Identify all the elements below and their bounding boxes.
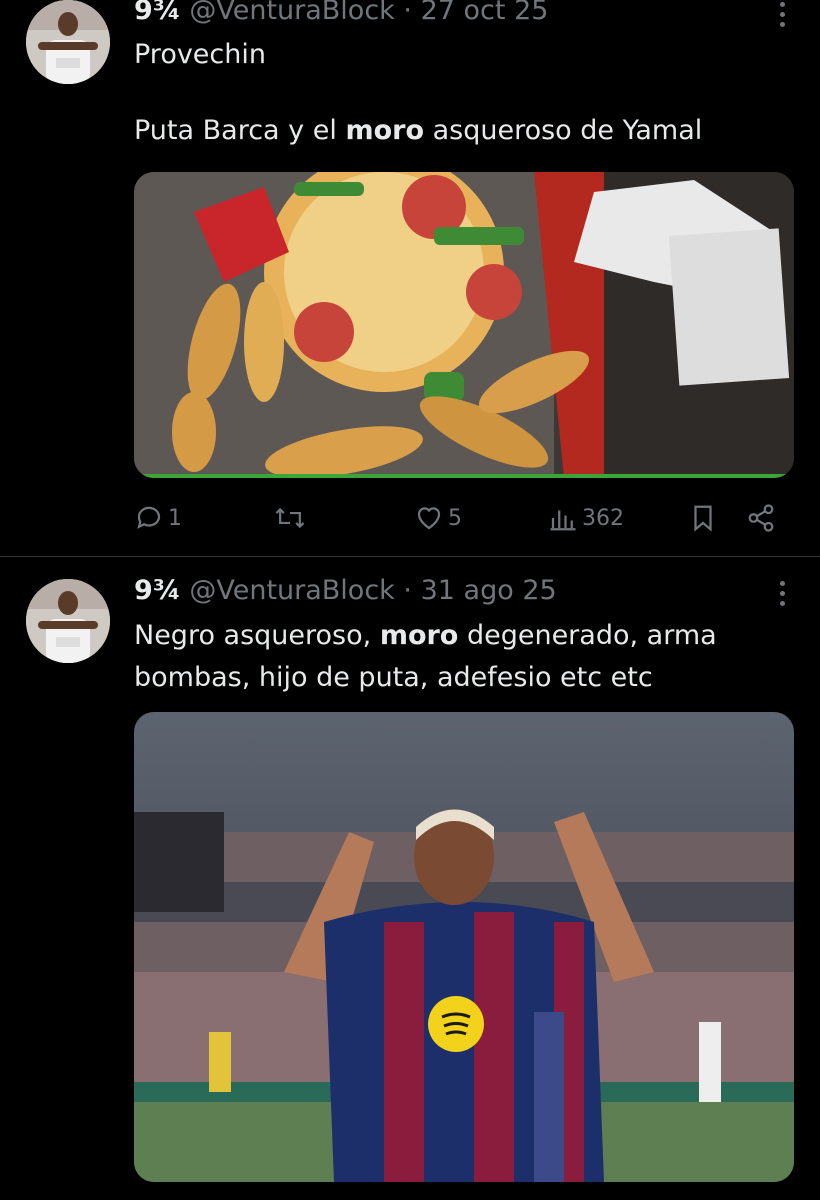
tweet-media-photo[interactable] [134, 712, 794, 1182]
bookmark-button[interactable] [688, 498, 718, 538]
tweet-header: 9¾ @VenturaBlock · 27 oct 25 [134, 0, 760, 28]
handle[interactable]: @VenturaBlock [189, 575, 394, 606]
timestamp[interactable]: 31 ago 25 [421, 575, 557, 606]
avatar[interactable] [26, 0, 110, 84]
like-count: 5 [448, 505, 462, 531]
handle[interactable]: @VenturaBlock [189, 0, 394, 26]
bar-chart-icon [550, 510, 576, 531]
tweet-header: 9¾ @VenturaBlock · 31 ago 25 [134, 574, 760, 608]
views-button[interactable]: 362 [548, 498, 624, 538]
display-name[interactable]: 9¾ [134, 0, 181, 26]
tweet-text: Provechin Puta Barca y el moro asqueroso… [134, 34, 780, 152]
tweet[interactable]: 9¾ @VenturaBlock · 31 ago 25 Negro asque… [0, 557, 820, 1200]
separator: · [403, 575, 412, 606]
repost-button[interactable] [274, 498, 310, 538]
more-options-icon[interactable] [776, 0, 788, 30]
reply-button[interactable]: 1 [134, 498, 182, 538]
tweet-text-line: Negro asqueroso, moro degenerado, arma [134, 620, 717, 651]
share-icon [748, 504, 774, 532]
tweet-media-photo[interactable] [134, 172, 794, 478]
tweet-text: Negro asqueroso, moro degenerado, arma b… [134, 615, 780, 699]
separator: · [403, 0, 412, 26]
more-options-icon[interactable] [776, 579, 788, 609]
tweet-text-line: Puta Barca y el moro asqueroso de Yamal [134, 115, 703, 146]
like-button[interactable]: 5 [414, 498, 462, 538]
display-name[interactable]: 9¾ [134, 575, 181, 606]
bookmark-icon [694, 505, 712, 532]
heart-icon [417, 507, 441, 530]
action-bar: 1 5 362 [134, 498, 794, 538]
avatar[interactable] [26, 579, 110, 663]
tweet[interactable]: 9¾ @VenturaBlock · 27 oct 25 Provechin P… [0, 0, 820, 556]
tweet-text-line: Provechin [134, 39, 266, 70]
reply-count: 1 [168, 505, 182, 531]
repost-arrows-icon [275, 507, 305, 529]
tweet-text-line: bombas, hijo de puta, adefesio etc etc [134, 662, 653, 693]
speech-bubble-icon [137, 506, 161, 529]
timestamp[interactable]: 27 oct 25 [421, 0, 549, 26]
view-count: 362 [582, 505, 624, 531]
share-button[interactable] [746, 498, 776, 538]
